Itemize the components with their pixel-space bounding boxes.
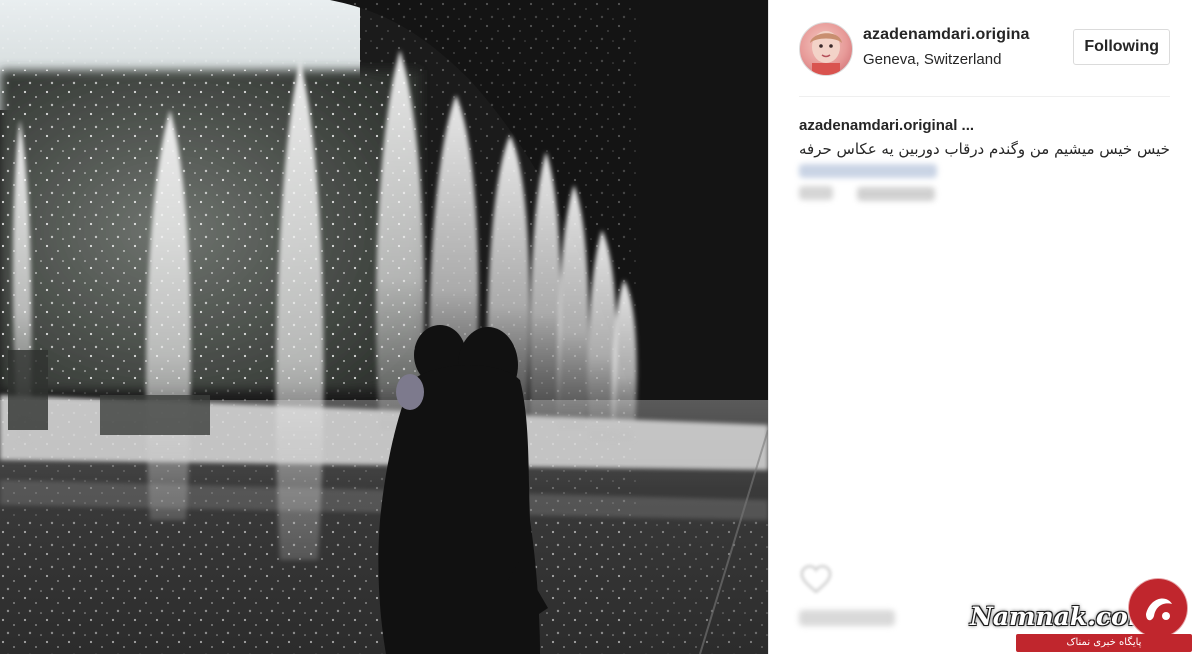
avatar[interactable] (799, 22, 853, 76)
fountain-photo (0, 0, 768, 654)
post-photo[interactable] (0, 0, 768, 654)
site-watermark: Namnak.com پایگاه خبری نمناک (966, 574, 1196, 654)
post-header: azadenamdari.origina Geneva, Switzerland… (799, 20, 1170, 76)
header-divider (799, 96, 1170, 97)
following-button[interactable]: Following (1073, 29, 1170, 65)
heart-icon[interactable] (799, 562, 833, 596)
likes-count-blurred (799, 610, 895, 626)
username[interactable]: azadenamdari.origina (863, 26, 1030, 44)
location-link[interactable]: Geneva, Switzerland (863, 51, 1001, 68)
watermark-tagline: پایگاه خبری نمناک (1016, 634, 1192, 652)
blurred-comment (799, 160, 939, 208)
caption-text: خیس خیس میشیم من وگندم درقاب دوربین یه ع… (799, 140, 1170, 158)
post-sidebar: azadenamdari.origina Geneva, Switzerland… (768, 0, 1200, 654)
caption-username[interactable]: azadenamdari.original ... (799, 117, 974, 134)
child-portrait-icon (810, 31, 842, 75)
namnak-logo-icon (1127, 577, 1189, 639)
